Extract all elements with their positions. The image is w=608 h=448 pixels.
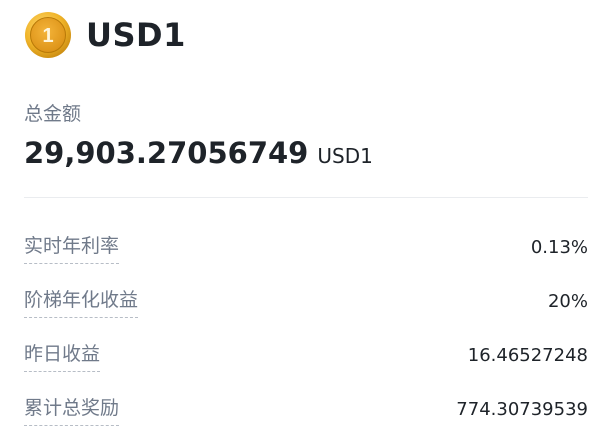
total-amount-value: 29,903.27056749 <box>24 136 309 170</box>
yesterday-earnings-value: 16.46527248 <box>467 345 588 366</box>
total-rewards-label[interactable]: 累计总奖励 <box>24 394 120 426</box>
yesterday-earnings-label[interactable]: 昨日收益 <box>24 340 101 372</box>
stat-row-tiered-apr: 阶梯年化收益 20% <box>24 286 588 340</box>
realtime-apr-value: 0.13% <box>530 237 588 258</box>
total-amount: 29,903.27056749 USD1 <box>24 136 373 170</box>
stat-row-yesterday-earnings: 昨日收益 16.46527248 <box>24 340 588 394</box>
total-amount-label: 总金额 <box>24 103 82 125</box>
realtime-apr-label[interactable]: 实时年利率 <box>24 232 120 264</box>
gold-medal-icon: 1 <box>25 12 71 58</box>
asset-header: 1 USD1 <box>24 10 186 60</box>
total-amount-unit: USD1 <box>317 144 373 168</box>
stat-row-realtime-apr: 实时年利率 0.13% <box>24 232 588 286</box>
medal-number: 1 <box>42 25 53 47</box>
total-rewards-value: 774.30739539 <box>456 399 588 420</box>
tiered-apr-value: 20% <box>547 291 588 312</box>
tiered-apr-label[interactable]: 阶梯年化收益 <box>24 286 139 318</box>
stat-row-total-rewards: 累计总奖励 774.30739539 <box>24 394 588 448</box>
divider <box>24 197 588 198</box>
asset-name: USD1 <box>86 16 186 54</box>
stats-list: 实时年利率 0.13% 阶梯年化收益 20% 昨日收益 16.46527248 … <box>24 232 588 448</box>
